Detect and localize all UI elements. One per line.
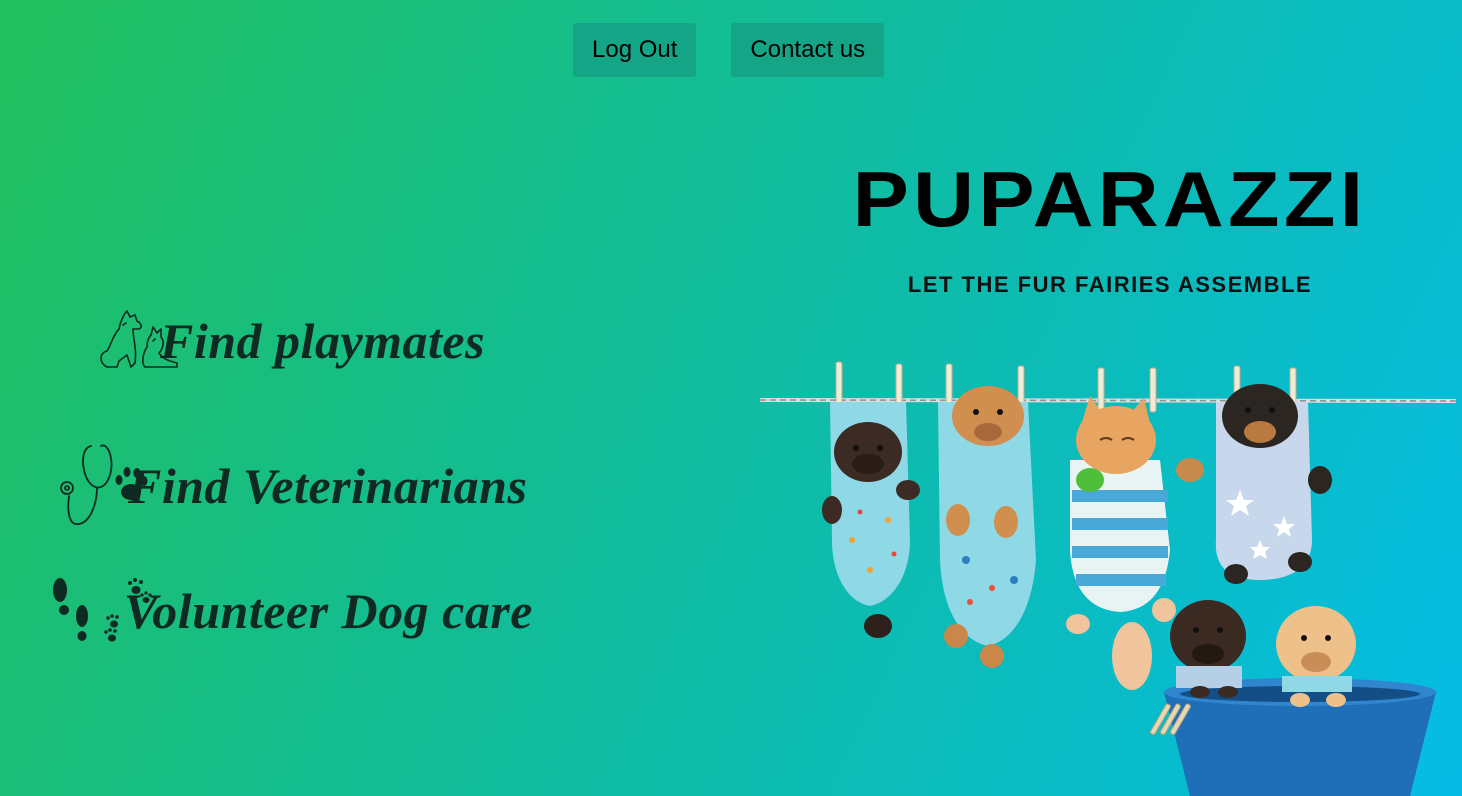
- brand-tagline: LET THE FUR FAIRIES ASSEMBLE: [907, 272, 1313, 297]
- top-nav: Log Out Contact us: [573, 23, 885, 77]
- find-playmates-label: Find playmates: [160, 312, 486, 369]
- contact-us-button[interactable]: Contact us: [731, 23, 885, 77]
- find-playmates-link[interactable]: Find playmates: [97, 305, 485, 376]
- logout-button[interactable]: Log Out: [573, 23, 697, 77]
- hero-image: [759, 340, 1460, 796]
- brand-block: PUPARAZZI LET THE FUR FAIRIES ASSEMBLE: [853, 160, 1363, 298]
- volunteer-dog-care-link[interactable]: Volunteer Dog care: [52, 572, 533, 649]
- volunteer-dog-care-label: Volunteer Dog care: [124, 582, 533, 639]
- find-veterinarians-link[interactable]: Find Veterinarians: [55, 440, 527, 531]
- find-veterinarians-label: Find Veterinarians: [128, 457, 528, 514]
- brand-title: PUPARAZZI: [852, 155, 1368, 243]
